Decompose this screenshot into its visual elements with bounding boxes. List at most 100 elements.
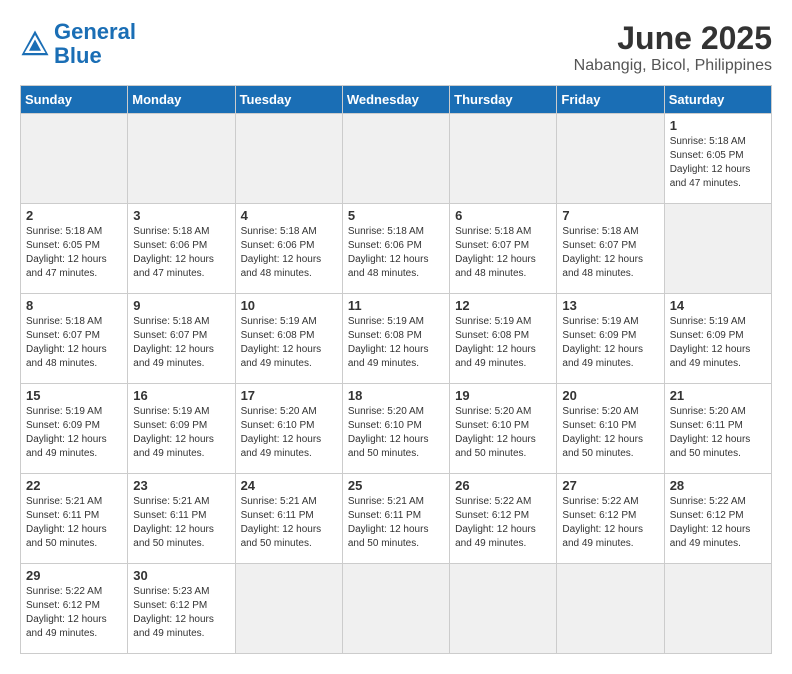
day-info: Sunrise: 5:18 AMSunset: 6:06 PMDaylight:… [241, 226, 322, 279]
header: General Blue June 2025 Nabangig, Bicol, … [20, 20, 772, 75]
calendar-cell: 25 Sunrise: 5:21 AMSunset: 6:11 PMDayligh… [342, 474, 449, 564]
day-info: Sunrise: 5:18 AMSunset: 6:07 PMDaylight:… [26, 316, 107, 369]
day-number: 20 [562, 388, 658, 403]
calendar-cell: 15Sunrise: 5:19 AMSunset: 6:09 PMDayligh… [21, 384, 128, 474]
calendar-cell: 7 Sunrise: 5:18 AMSunset: 6:07 PMDaylight… [557, 204, 664, 294]
calendar-cell: 16 Sunrise: 5:19 AMSunset: 6:09 PMDayligh… [128, 384, 235, 474]
calendar-cell: 5 Sunrise: 5:18 AMSunset: 6:06 PMDaylight… [342, 204, 449, 294]
logo-icon [20, 29, 50, 59]
day-info: Sunrise: 5:22 AMSunset: 6:12 PMDaylight:… [455, 496, 536, 549]
day-number: 21 [670, 388, 766, 403]
day-number: 3 [133, 208, 229, 223]
calendar-cell: 8 Sunrise: 5:18 AMSunset: 6:07 PMDaylight… [21, 294, 128, 384]
calendar-cell [664, 564, 771, 654]
day-number: 25 [348, 478, 444, 493]
day-info: Sunrise: 5:18 AMSunset: 6:06 PMDaylight:… [133, 226, 214, 279]
calendar-header-row: SundayMondayTuesdayWednesdayThursdayFrid… [21, 86, 772, 114]
calendar-cell: 3 Sunrise: 5:18 AMSunset: 6:06 PMDaylight… [128, 204, 235, 294]
logo-line1: General [54, 19, 136, 44]
day-number: 16 [133, 388, 229, 403]
calendar-cell: 13 Sunrise: 5:19 AMSunset: 6:09 PMDayligh… [557, 294, 664, 384]
day-number: 2 [26, 208, 122, 223]
calendar-cell: 12 Sunrise: 5:19 AMSunset: 6:08 PMDayligh… [450, 294, 557, 384]
day-number: 4 [241, 208, 337, 223]
day-number: 22 [26, 478, 122, 493]
header-tuesday: Tuesday [235, 86, 342, 114]
day-number: 14 [670, 298, 766, 313]
day-number: 23 [133, 478, 229, 493]
calendar-cell [557, 114, 664, 204]
calendar-cell [235, 564, 342, 654]
calendar-body: 1Sunrise: 5:18 AMSunset: 6:05 PMDaylight… [21, 114, 772, 654]
calendar-cell [128, 114, 235, 204]
calendar-cell: 10 Sunrise: 5:19 AMSunset: 6:08 PMDayligh… [235, 294, 342, 384]
day-number: 5 [348, 208, 444, 223]
day-number: 6 [455, 208, 551, 223]
calendar-cell: 1Sunrise: 5:18 AMSunset: 6:05 PMDaylight… [664, 114, 771, 204]
day-info: Sunrise: 5:20 AMSunset: 6:10 PMDaylight:… [455, 406, 536, 459]
day-info: Sunrise: 5:18 AMSunset: 6:06 PMDaylight:… [348, 226, 429, 279]
logo: General Blue [20, 20, 136, 68]
day-number: 17 [241, 388, 337, 403]
day-info: Sunrise: 5:18 AMSunset: 6:07 PMDaylight:… [562, 226, 643, 279]
day-info: Sunrise: 5:19 AMSunset: 6:09 PMDaylight:… [562, 316, 643, 369]
calendar-cell [342, 114, 449, 204]
calendar-cell: 26Sunrise: 5:22 AMSunset: 6:12 PMDayligh… [450, 474, 557, 564]
day-info: Sunrise: 5:21 AMSunset: 6:11 PMDaylight:… [348, 496, 429, 549]
day-info: Sunrise: 5:22 AMSunset: 6:12 PMDaylight:… [26, 586, 107, 639]
day-number: 15 [26, 388, 122, 403]
day-number: 8 [26, 298, 122, 313]
day-info: Sunrise: 5:21 AMSunset: 6:11 PMDaylight:… [241, 496, 322, 549]
header-friday: Friday [557, 86, 664, 114]
header-sunday: Sunday [21, 86, 128, 114]
header-thursday: Thursday [450, 86, 557, 114]
logo-text: General Blue [54, 20, 136, 68]
day-number: 12 [455, 298, 551, 313]
calendar-cell [664, 204, 771, 294]
day-info: Sunrise: 5:21 AMSunset: 6:11 PMDaylight:… [133, 496, 214, 549]
day-info: Sunrise: 5:22 AMSunset: 6:12 PMDaylight:… [670, 496, 751, 549]
header-monday: Monday [128, 86, 235, 114]
day-info: Sunrise: 5:20 AMSunset: 6:10 PMDaylight:… [241, 406, 322, 459]
calendar-cell: 14 Sunrise: 5:19 AMSunset: 6:09 PMDayligh… [664, 294, 771, 384]
calendar-cell [557, 564, 664, 654]
day-info: Sunrise: 5:18 AMSunset: 6:07 PMDaylight:… [455, 226, 536, 279]
day-info: Sunrise: 5:19 AMSunset: 6:08 PMDaylight:… [455, 316, 536, 369]
header-wednesday: Wednesday [342, 86, 449, 114]
day-info: Sunrise: 5:20 AMSunset: 6:10 PMDaylight:… [348, 406, 429, 459]
month-title: June 2025 [574, 20, 772, 57]
calendar-cell: 28 Sunrise: 5:22 AMSunset: 6:12 PMDayligh… [664, 474, 771, 564]
calendar-cell [235, 114, 342, 204]
calendar-cell: 9Sunrise: 5:18 AMSunset: 6:07 PMDaylight… [128, 294, 235, 384]
day-number: 7 [562, 208, 658, 223]
calendar-cell [21, 114, 128, 204]
day-number: 30 [133, 568, 229, 583]
calendar-cell: 27Sunrise: 5:22 AMSunset: 6:12 PMDayligh… [557, 474, 664, 564]
calendar-table: SundayMondayTuesdayWednesdayThursdayFrid… [20, 85, 772, 654]
day-info: Sunrise: 5:23 AMSunset: 6:12 PMDaylight:… [133, 586, 214, 639]
calendar-cell [450, 114, 557, 204]
calendar-cell: 21 Sunrise: 5:20 AMSunset: 6:11 PMDayligh… [664, 384, 771, 474]
day-number: 19 [455, 388, 551, 403]
calendar-cell: 11Sunrise: 5:19 AMSunset: 6:08 PMDayligh… [342, 294, 449, 384]
calendar-cell: 24 Sunrise: 5:21 AMSunset: 6:11 PMDayligh… [235, 474, 342, 564]
day-number: 24 [241, 478, 337, 493]
calendar-cell: 4 Sunrise: 5:18 AMSunset: 6:06 PMDaylight… [235, 204, 342, 294]
day-number: 28 [670, 478, 766, 493]
calendar-cell: 18Sunrise: 5:20 AMSunset: 6:10 PMDayligh… [342, 384, 449, 474]
calendar-cell: 20Sunrise: 5:20 AMSunset: 6:10 PMDayligh… [557, 384, 664, 474]
day-info: Sunrise: 5:18 AMSunset: 6:05 PMDaylight:… [670, 136, 751, 189]
calendar-cell [342, 564, 449, 654]
day-info: Sunrise: 5:20 AMSunset: 6:11 PMDaylight:… [670, 406, 751, 459]
day-number: 13 [562, 298, 658, 313]
logo-line2: Blue [54, 43, 102, 68]
day-info: Sunrise: 5:19 AMSunset: 6:08 PMDaylight:… [241, 316, 322, 369]
day-info: Sunrise: 5:19 AMSunset: 6:09 PMDaylight:… [133, 406, 214, 459]
day-info: Sunrise: 5:21 AMSunset: 6:11 PMDaylight:… [26, 496, 107, 549]
calendar-cell: 22 Sunrise: 5:21 AMSunset: 6:11 PMDayligh… [21, 474, 128, 564]
calendar-cell: 30 Sunrise: 5:23 AMSunset: 6:12 PMDayligh… [128, 564, 235, 654]
day-number: 10 [241, 298, 337, 313]
day-number: 29 [26, 568, 122, 583]
day-info: Sunrise: 5:19 AMSunset: 6:09 PMDaylight:… [670, 316, 751, 369]
header-saturday: Saturday [664, 86, 771, 114]
